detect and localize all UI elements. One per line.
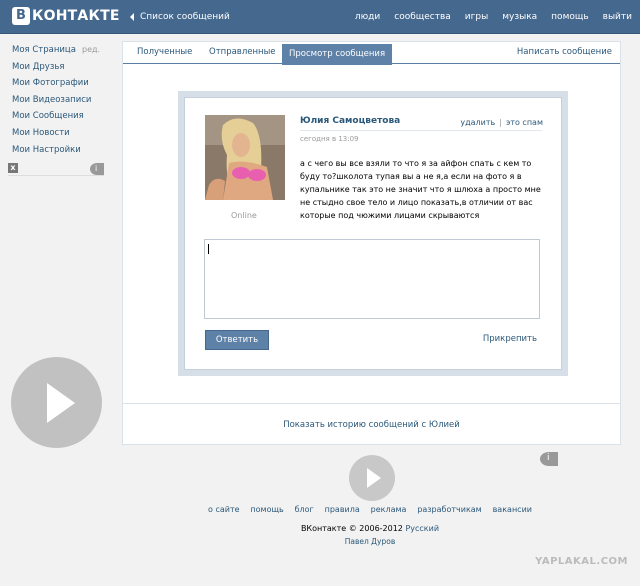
logo-text: КОНТАКТЕ: [32, 8, 120, 24]
message-box: Online Юлия Самоцветова удалить | это спам…: [184, 97, 562, 370]
top-header: В КОНТАКТЕ Список сообщений люди сообщес…: [0, 0, 640, 34]
left-menu: Моя Страница ред. Мои Друзья Мои Фотогра…: [12, 42, 112, 158]
tabs: Полученные Отправленные Просмотр сообщен…: [123, 42, 620, 65]
nav-logout[interactable]: выйти: [603, 12, 632, 22]
menu-item-messages[interactable]: Мои Сообщения: [12, 108, 112, 125]
write-message-link[interactable]: Написать сообщение: [517, 47, 612, 57]
text-cursor: [208, 244, 209, 254]
tab-sent[interactable]: Отправленные: [209, 47, 276, 57]
edit-link[interactable]: ред.: [82, 42, 100, 59]
play-icon[interactable]: [11, 357, 102, 448]
back-arrow-icon: [130, 13, 134, 21]
menu-item-news[interactable]: Мои Новости: [12, 125, 112, 142]
nav-music[interactable]: музыка: [502, 12, 537, 22]
info-icon-right[interactable]: [540, 452, 558, 466]
nav-communities[interactable]: сообщества: [394, 12, 451, 22]
ad-bar: x: [8, 163, 104, 176]
spam-link[interactable]: это спам: [506, 118, 543, 127]
menu-item-friends[interactable]: Мои Друзья: [12, 59, 112, 76]
header-divider: [300, 130, 542, 131]
nav-games[interactable]: игры: [465, 12, 488, 22]
message-actions: удалить | это спам: [460, 118, 543, 127]
footer-links: о сайте помощь блог правила реклама разр…: [0, 505, 640, 515]
sender-avatar[interactable]: [205, 115, 285, 200]
info-icon[interactable]: [90, 163, 104, 175]
avatar-photo: [205, 115, 285, 200]
menu-item-photos[interactable]: Мои Фотографии: [12, 75, 112, 92]
close-icon[interactable]: x: [8, 163, 18, 173]
back-to-messages-link[interactable]: Список сообщений: [130, 12, 230, 22]
footer-rules[interactable]: правила: [325, 505, 360, 514]
footer-jobs[interactable]: вакансии: [493, 505, 532, 514]
copyright-text: ВКонтакте © 2006-2012: [300, 524, 403, 533]
nav-help[interactable]: помощь: [551, 12, 588, 22]
back-label: Список сообщений: [140, 12, 230, 22]
attach-link[interactable]: Прикрепить: [483, 334, 537, 344]
tab-view-message[interactable]: Просмотр сообщения: [282, 44, 393, 65]
footer-help[interactable]: помощь: [250, 505, 283, 514]
menu-item-label: Моя Страница: [12, 45, 76, 55]
message-panel: Полученные Отправленные Просмотр сообщен…: [122, 41, 621, 445]
menu-item-my-page[interactable]: Моя Страница ред.: [12, 42, 112, 59]
footer-blog[interactable]: блог: [295, 505, 314, 514]
sender-name[interactable]: Юлия Самоцветова: [300, 116, 400, 126]
footer-developers[interactable]: разработчикам: [417, 505, 481, 514]
message-frame: Online Юлия Самоцветова удалить | это спам…: [178, 91, 568, 376]
language-link[interactable]: Русский: [405, 524, 439, 533]
author-link[interactable]: Павел Дуров: [0, 537, 640, 546]
vk-logo[interactable]: В КОНТАКТЕ: [12, 7, 120, 25]
menu-item-settings[interactable]: Мои Настройки: [12, 142, 112, 159]
message-text: а с чего вы все взяли то что я за айфон …: [300, 159, 541, 220]
history-divider: [123, 403, 620, 404]
show-history-link[interactable]: Показать историю сообщений с Юлией: [123, 420, 620, 430]
reply-textarea[interactable]: [204, 239, 540, 319]
menu-item-videos[interactable]: Мои Видеозаписи: [12, 92, 112, 109]
play-icon-small[interactable]: [349, 455, 395, 501]
footer-about[interactable]: о сайте: [208, 505, 240, 514]
watermark: YAPLAKAL.COM: [535, 556, 628, 567]
top-nav: люди сообщества игры музыка помощь выйти: [355, 12, 632, 22]
message-date: сегодня в 13:09: [300, 135, 359, 143]
reply-button[interactable]: Ответить: [205, 330, 269, 350]
footer-ads[interactable]: реклама: [371, 505, 407, 514]
separator: |: [499, 118, 502, 127]
tab-received[interactable]: Полученные: [137, 47, 192, 57]
delete-link[interactable]: удалить: [460, 118, 495, 127]
logo-letter: В: [12, 7, 30, 25]
nav-people[interactable]: люди: [355, 12, 380, 22]
online-status: Online: [231, 211, 257, 220]
copyright: ВКонтакте © 2006-2012 Русский: [0, 524, 640, 533]
